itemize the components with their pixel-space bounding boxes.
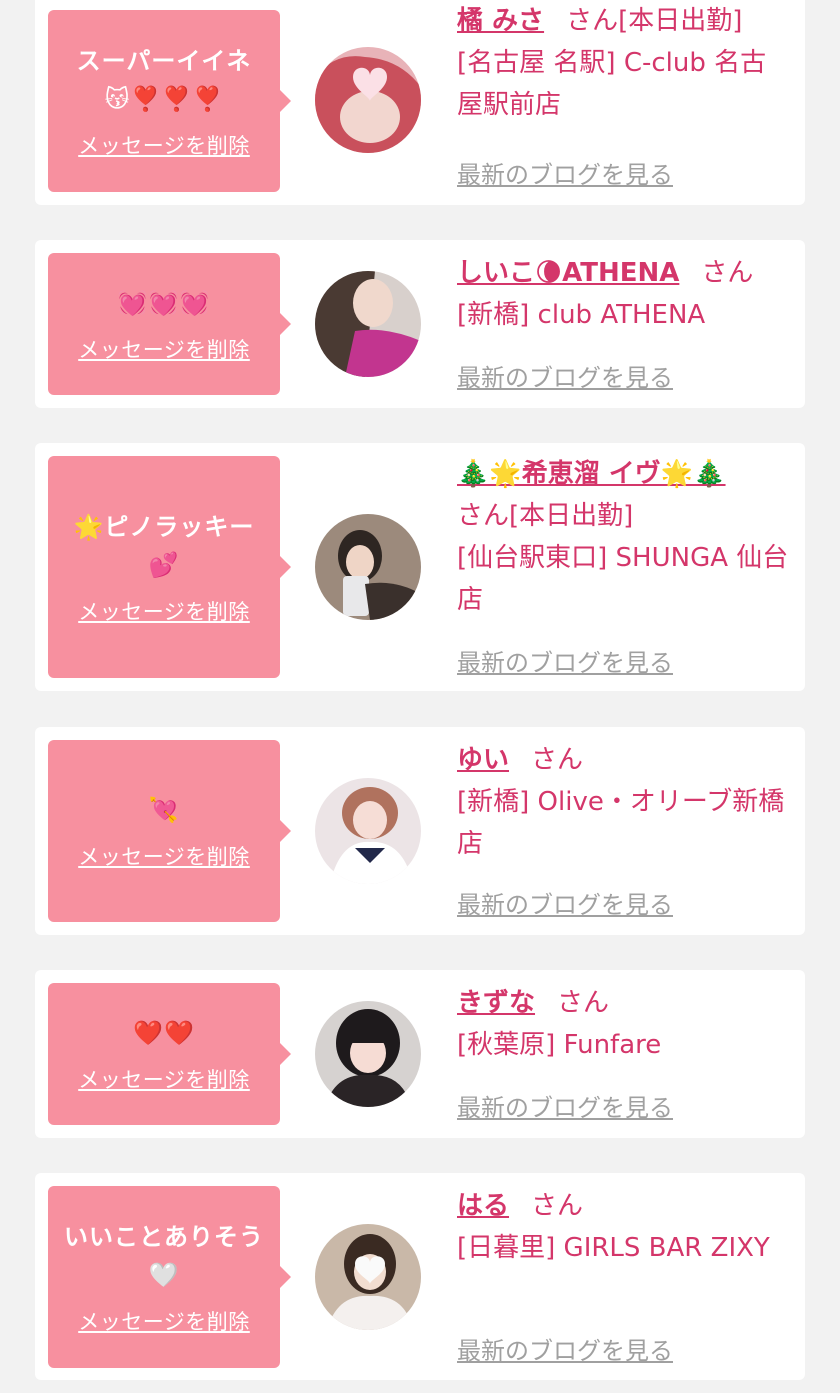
avatar-photo-icon	[315, 514, 421, 620]
latest-blog-link[interactable]: 最新のブログを見る	[457, 643, 673, 678]
shop-name: [新橋] Olive・オリーブ新橋店	[457, 787, 785, 859]
cast-name-link[interactable]: 🎄🌟希恵溜 イヴ🌟🎄	[457, 459, 726, 489]
avatar-photo-icon	[315, 1001, 421, 1107]
avatar[interactable]	[315, 1224, 421, 1330]
latest-blog-link[interactable]: 最新のブログを見る	[457, 885, 673, 920]
cast-name-link[interactable]: しいこ🌘ATHENA	[457, 258, 679, 288]
cast-suffix: さん	[557, 988, 610, 1018]
shop-name: [名古屋 名駅] C-club 名古屋駅前店	[457, 48, 767, 120]
message-card: 🌟ピノラッキー 💕 メッセージを削除 🎄🌟希恵溜 イヴ🌟🎄 さん[本日出勤] […	[35, 443, 805, 691]
avatar[interactable]	[315, 271, 421, 377]
message-bubble: 💘 メッセージを削除	[48, 740, 291, 922]
shop-name: [秋葉原] Funfare	[457, 1030, 662, 1060]
message-card: ❤️❤️ メッセージを削除 きずな さん [秋葉原] Funfare 最新のブログ…	[35, 970, 805, 1138]
message-text: 💘	[148, 796, 180, 824]
delete-message-link[interactable]: メッセージを削除	[78, 841, 250, 871]
avatar-photo-icon	[315, 1224, 421, 1330]
delete-message-link[interactable]: メッセージを削除	[78, 1064, 250, 1094]
message-bubble: ❤️❤️ メッセージを削除	[48, 983, 291, 1125]
avatar[interactable]	[315, 1001, 421, 1107]
message-card: 💘 メッセージを削除 ゆい さん [新橋] Olive・オリーブ新橋店 最新のブロ…	[35, 727, 805, 935]
avatar[interactable]	[315, 514, 421, 620]
delete-message-link[interactable]: メッセージを削除	[78, 1306, 250, 1336]
cast-name-link[interactable]: 橘 みさ	[457, 6, 544, 36]
cast-suffix: さん[本日出勤]	[566, 6, 743, 36]
shop-name: [仙台駅東口] SHUNGA 仙台店	[457, 543, 789, 615]
avatar-photo-icon	[315, 778, 421, 884]
message-bubble: 🌟ピノラッキー 💕 メッセージを削除	[48, 456, 291, 678]
cast-name-link[interactable]: ゆい	[457, 745, 509, 775]
message-bubble: 💓💓💓 メッセージを削除	[48, 253, 291, 395]
delete-message-link[interactable]: メッセージを削除	[78, 334, 250, 364]
delete-message-link[interactable]: メッセージを削除	[78, 596, 250, 626]
latest-blog-link[interactable]: 最新のブログを見る	[457, 1088, 673, 1123]
message-card: スーパーイイネ 😽❣️❣️❣️ メッセージを削除 橘 みさ さん[本日出勤] [名…	[35, 0, 805, 205]
message-bubble: いいことありそう 🤍 メッセージを削除	[48, 1186, 291, 1368]
cast-suffix: さん[本日出勤]	[457, 501, 634, 531]
avatar[interactable]	[315, 778, 421, 884]
shop-name: [日暮里] GIRLS BAR ZIXY	[457, 1233, 770, 1263]
avatar-photo-icon	[315, 47, 421, 153]
latest-blog-link[interactable]: 最新のブログを見る	[457, 358, 673, 393]
cast-name-link[interactable]: はる	[457, 1191, 509, 1221]
cast-name-link[interactable]: きずな	[457, 988, 535, 1018]
avatar[interactable]	[315, 47, 421, 153]
message-bubble: スーパーイイネ 😽❣️❣️❣️ メッセージを削除	[48, 10, 291, 192]
cast-suffix: さん	[531, 1191, 584, 1221]
message-card: 💓💓💓 メッセージを削除 しいこ🌘ATHENA さん [新橋] club ATHE…	[35, 240, 805, 408]
message-text: ❤️❤️	[133, 1019, 195, 1047]
message-card: いいことありそう 🤍 メッセージを削除 はる さん [日暮里] GIRLS BAR…	[35, 1173, 805, 1380]
avatar-photo-icon	[315, 271, 421, 377]
message-text: スーパーイイネ 😽❣️❣️❣️	[76, 47, 252, 113]
cast-suffix: さん	[701, 258, 754, 288]
latest-blog-link[interactable]: 最新のブログを見る	[457, 155, 673, 190]
latest-blog-link[interactable]: 最新のブログを見る	[457, 1331, 673, 1366]
message-text: いいことありそう 🤍	[64, 1223, 264, 1289]
message-text: 💓💓💓	[117, 289, 211, 317]
cast-suffix: さん	[531, 745, 584, 775]
delete-message-link[interactable]: メッセージを削除	[78, 130, 250, 160]
shop-name: [新橋] club ATHENA	[457, 300, 706, 330]
message-text: 🌟ピノラッキー 💕	[73, 513, 255, 579]
